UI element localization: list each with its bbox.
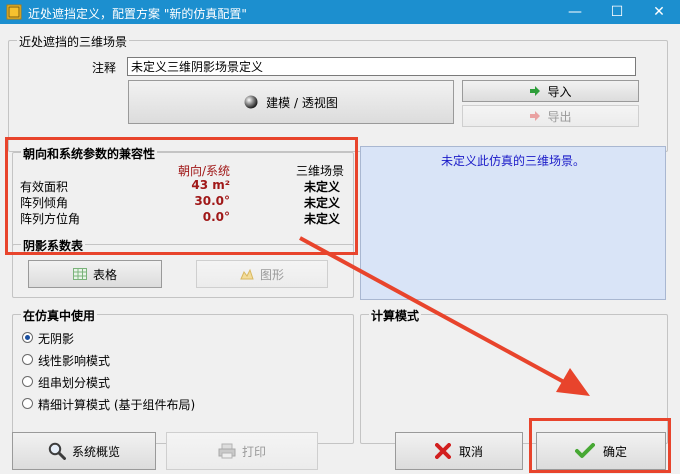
dialog-body: 近处遮挡的三维场景 注释 建模 / 透视图 导入 导出 朝向和系统参数的兼容性 … [0, 24, 680, 474]
radio-fine-calc[interactable] [22, 398, 33, 409]
app-icon [6, 4, 22, 20]
print-button[interactable]: 打印 [166, 432, 318, 470]
build-perspective-button[interactable]: 建模 / 透视图 [128, 80, 454, 124]
import-arrow-icon [530, 86, 541, 96]
radio-no-shading[interactable] [22, 332, 33, 343]
export-arrow-icon [530, 111, 541, 121]
minimize-button[interactable]: — [554, 0, 596, 24]
magnifier-icon [48, 442, 66, 460]
close-button[interactable]: ✕ [638, 0, 680, 24]
system-overview-label: 系统概览 [71, 444, 120, 459]
calc-mode-legend: 计算模式 [369, 307, 422, 324]
cancel-label: 取消 [458, 444, 483, 459]
table-button[interactable]: 表格 [28, 260, 162, 288]
scene-info-message: 未定义此仿真的三维场景。 [440, 154, 585, 168]
window-title: 近处遮挡定义，配置方案 "新的仿真配置" [28, 7, 247, 21]
maximize-button[interactable]: ☐ [596, 0, 638, 24]
import-label: 导入 [547, 84, 572, 99]
table-label: 表格 [92, 267, 117, 282]
system-overview-button[interactable]: 系统概览 [12, 432, 156, 470]
graph-label: 图形 [259, 267, 284, 282]
highlight-box-compatibility [5, 137, 358, 255]
comment-label: 注释 [92, 61, 117, 75]
title-bar: 近处遮挡定义，配置方案 "新的仿真配置" — ☐ ✕ [0, 0, 680, 24]
option-fine-calc[interactable]: 精细计算模式 (基于组件布局) [38, 396, 195, 413]
print-label: 打印 [241, 444, 266, 459]
option-no-shading[interactable]: 无阴影 [38, 330, 74, 347]
radio-string-partition[interactable] [22, 376, 33, 387]
option-string-partition[interactable]: 组串划分模式 [38, 374, 110, 391]
cancel-button[interactable]: 取消 [395, 432, 523, 470]
export-button[interactable]: 导出 [462, 105, 639, 127]
import-button[interactable]: 导入 [462, 80, 639, 102]
build-perspective-label: 建模 / 透视图 [266, 95, 338, 110]
table-icon [72, 268, 87, 280]
scene-group-legend: 近处遮挡的三维场景 [17, 33, 130, 50]
graph-button[interactable]: 图形 [196, 260, 328, 288]
printer-icon [218, 443, 236, 459]
graph-icon [240, 268, 254, 280]
cancel-x-icon [434, 443, 451, 459]
option-linear[interactable]: 线性影响模式 [38, 352, 110, 369]
scene-info-panel: 未定义此仿真的三维场景。 [360, 146, 666, 300]
export-label: 导出 [547, 109, 572, 124]
use-in-simulation-legend: 在仿真中使用 [21, 307, 98, 324]
highlight-box-ok [529, 418, 671, 473]
radio-linear[interactable] [22, 354, 33, 365]
sphere-icon [244, 95, 258, 109]
comment-input[interactable] [127, 57, 636, 76]
